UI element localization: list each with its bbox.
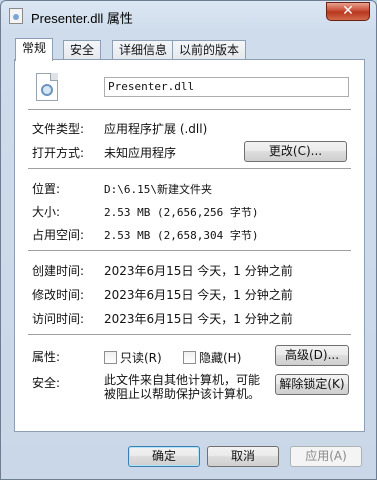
accessed-value: 2023年6月15日 今天，1 分钟之前	[104, 312, 293, 326]
size-on-disk-value: 2.53 MB (2,658,304 字节)	[104, 229, 259, 242]
security-label: 安全:	[32, 376, 61, 390]
tab-details[interactable]: 详细信息	[112, 40, 175, 60]
location-label: 位置:	[32, 182, 61, 196]
advanced-button[interactable]: 高级(D)...	[275, 345, 349, 366]
size-on-disk-label: 占用空间:	[32, 228, 85, 242]
dll-file-icon	[9, 8, 23, 24]
dll-file-icon	[36, 73, 58, 101]
created-label: 创建时间:	[32, 264, 85, 278]
change-button[interactable]: 更改(C)...	[244, 141, 347, 162]
checkbox-icon[interactable]	[104, 351, 117, 364]
window-title: Presenter.dll 属性	[31, 11, 133, 26]
divider	[28, 109, 351, 110]
properties-window: Presenter.dll 属性 ✕ 常规 安全 详细信息 以前的版本 Pres…	[0, 0, 377, 480]
created-value: 2023年6月15日 今天，1 分钟之前	[104, 264, 293, 278]
divider	[28, 168, 351, 169]
accessed-label: 访问时间:	[32, 312, 85, 326]
hidden-label: 隐藏(H)	[199, 351, 242, 365]
modified-label: 修改时间:	[32, 288, 85, 302]
attributes-label: 属性:	[32, 350, 61, 364]
file-type-label: 文件类型:	[32, 122, 85, 136]
tab-previous-versions[interactable]: 以前的版本	[172, 40, 247, 60]
tab-general[interactable]: 常规	[15, 38, 54, 61]
filename-field[interactable]: Presenter.dll	[104, 77, 349, 97]
size-label: 大小:	[32, 205, 61, 219]
divider	[28, 250, 351, 251]
size-value: 2.53 MB (2,656,256 字节)	[104, 206, 259, 219]
divider	[28, 334, 351, 335]
security-message: 此文件来自其他计算机，可能被阻止以帮助保护该计算机。	[104, 373, 261, 401]
close-button[interactable]: ✕	[326, 2, 370, 21]
general-panel: Presenter.dll 文件类型: 应用程序扩展 (.dll) 打开方式: …	[14, 59, 365, 432]
cancel-button[interactable]: 取消	[207, 446, 279, 467]
readonly-checkbox[interactable]: 只读(R)	[104, 349, 162, 366]
apply-button[interactable]: 应用(A)	[290, 446, 362, 467]
checkbox-icon[interactable]	[183, 351, 196, 364]
title-bar[interactable]: Presenter.dll 属性 ✕	[1, 1, 376, 31]
file-type-value: 应用程序扩展 (.dll)	[104, 122, 208, 136]
tab-security[interactable]: 安全	[63, 40, 102, 60]
opens-with-label: 打开方式:	[32, 146, 85, 160]
hidden-checkbox[interactable]: 隐藏(H)	[183, 349, 241, 366]
readonly-label: 只读(R)	[120, 351, 162, 365]
unblock-button[interactable]: 解除锁定(K)	[275, 374, 349, 395]
location-value: D:\6.15\新建文件夹	[104, 183, 212, 196]
modified-value: 2023年6月15日 今天，1 分钟之前	[104, 288, 293, 302]
ok-button[interactable]: 确定	[128, 446, 200, 467]
opens-with-value: 未知应用程序	[104, 146, 177, 160]
